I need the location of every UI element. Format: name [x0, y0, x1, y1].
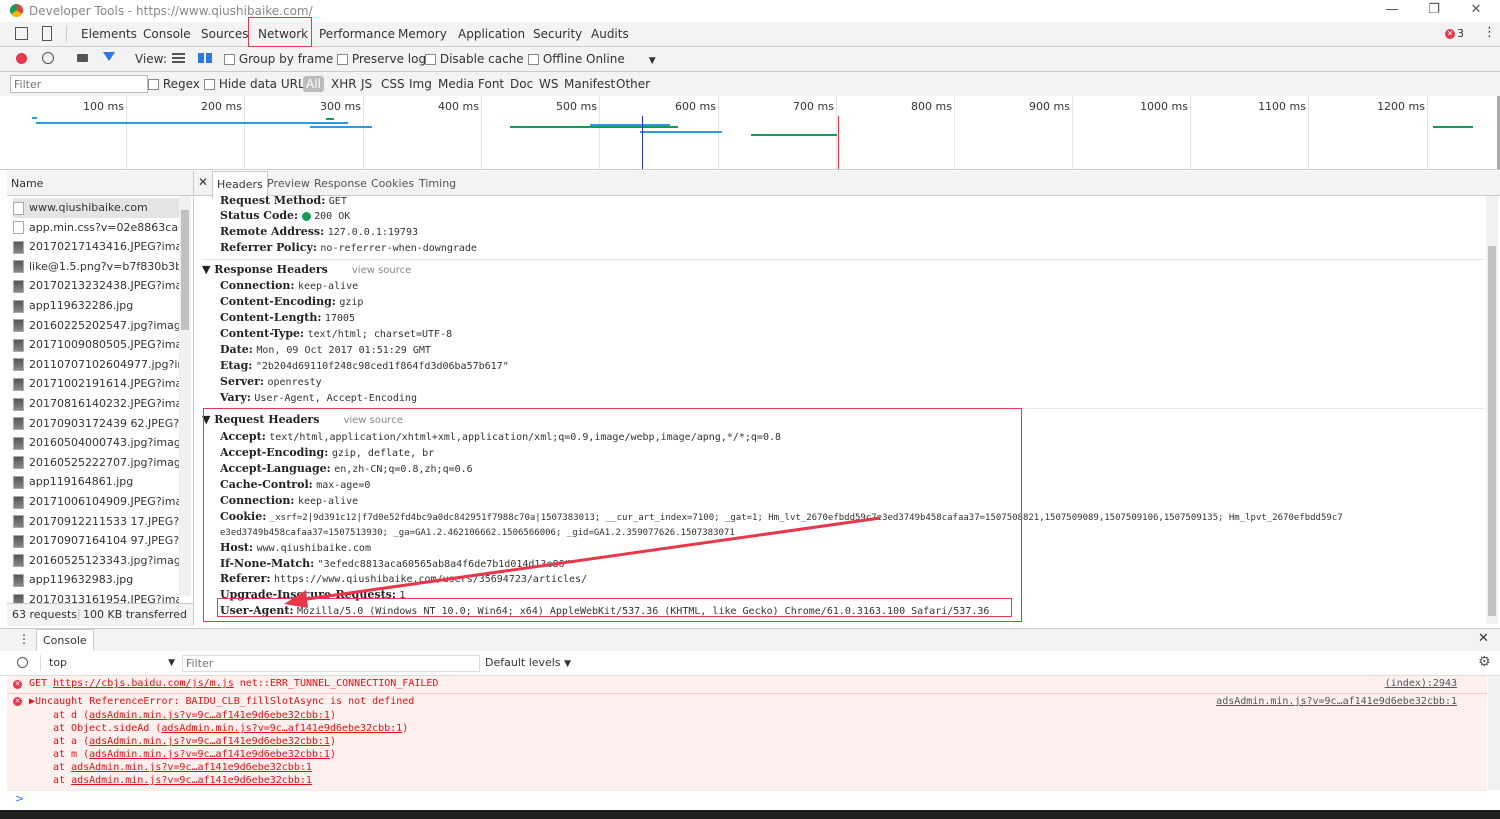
log-levels-select[interactable]: Default levels ▼ — [485, 656, 571, 669]
console-filter-input[interactable] — [182, 655, 480, 672]
dropdown-arrow-icon: ▼ — [168, 658, 175, 668]
console-prompt[interactable]: > — [7, 790, 1487, 809]
stack-frame-link[interactable]: adsAdmin.min.js?v=9c…af141e9d6ebe32cbb:1 — [89, 736, 330, 747]
stack-frame: at adsAdmin.min.js?v=9c…af141e9d6ebe32cb… — [53, 775, 312, 786]
stack-frame: at a (adsAdmin.min.js?v=9c…af141e9d6ebe3… — [53, 736, 336, 747]
console-drawer-tab[interactable]: Console — [36, 629, 94, 651]
console-toolbar: top ▼ Default levels ▼ ⚙ — [0, 651, 1500, 676]
drawer-menu-icon[interactable]: ⋮ — [18, 632, 30, 646]
context-value: top — [49, 656, 68, 669]
console-error-reference[interactable]: ▶Uncaught ReferenceError: BAIDU_CLB_fill… — [29, 696, 414, 707]
console-messages: ✕ GET https://cbjs.baidu.com/js/m.js net… — [7, 676, 1500, 790]
dropdown-arrow-icon: ▼ — [564, 659, 571, 669]
stack-frame: at Object.sideAd (adsAdmin.min.js?v=9c…a… — [53, 723, 409, 734]
stack-frame: at m (adsAdmin.min.js?v=9c…af141e9d6ebe3… — [53, 749, 336, 760]
error-source-link[interactable]: (index):2943 — [1385, 678, 1457, 689]
console-drawer-header: ⋮ Console ✕ — [0, 628, 1500, 652]
close-drawer-icon[interactable]: ✕ — [1478, 631, 1489, 646]
stack-frame-link[interactable]: adsAdmin.min.js?v=9c…af141e9d6ebe32cbb:1 — [71, 762, 312, 773]
stack-frame-link[interactable]: adsAdmin.min.js?v=9c…af141e9d6ebe32cbb:1 — [71, 775, 312, 786]
context-select[interactable]: top ▼ — [40, 655, 179, 671]
stack-frame-link[interactable]: adsAdmin.min.js?v=9c…af141e9d6ebe32cbb:1 — [161, 723, 402, 734]
clear-console-icon[interactable] — [17, 657, 28, 668]
stack-frame: at adsAdmin.min.js?v=9c…af141e9d6ebe32cb… — [53, 762, 312, 773]
log-levels-value: Default levels — [485, 656, 561, 669]
console-error-get: GET https://cbjs.baidu.com/js/m.js net::… — [29, 678, 439, 689]
console-settings-gear-icon[interactable]: ⚙ — [1478, 654, 1491, 670]
failed-url-link[interactable]: https://cbjs.baidu.com/js/m.js — [53, 678, 234, 689]
stack-frame: at d (adsAdmin.min.js?v=9c…af141e9d6ebe3… — [53, 710, 336, 721]
error-icon: ✕ — [13, 680, 22, 689]
error-source-link[interactable]: adsAdmin.min.js?v=9c…af141e9d6ebe32cbb:1 — [1216, 696, 1457, 707]
stack-frame-link[interactable]: adsAdmin.min.js?v=9c…af141e9d6ebe32cbb:1 — [89, 710, 330, 721]
stack-frame-link[interactable]: adsAdmin.min.js?v=9c…af141e9d6ebe32cbb:1 — [89, 749, 330, 760]
prompt-caret: > — [15, 792, 25, 805]
error-icon: ✕ — [13, 697, 22, 706]
